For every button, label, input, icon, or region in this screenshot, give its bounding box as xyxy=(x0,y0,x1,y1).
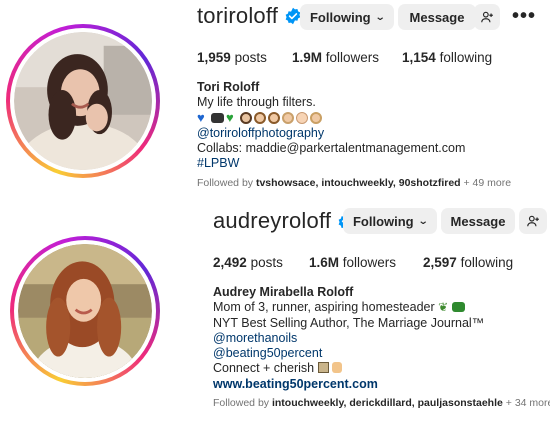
following-count[interactable]: 1,154 following xyxy=(402,50,492,65)
followers-count[interactable]: 1.6M followers xyxy=(309,255,423,270)
username-text: toriroloff xyxy=(197,3,279,28)
website-link[interactable]: www.beating50percent.com xyxy=(213,377,484,392)
profile-audreyroloff: audreyroloff Following ⌄ Message 2,492 p… xyxy=(0,200,550,422)
profile-stats: 2,492 posts 1.6M followers 2,597 followi… xyxy=(213,255,513,270)
woman-icon xyxy=(240,112,252,125)
story-ring[interactable] xyxy=(10,236,160,386)
avatar[interactable] xyxy=(14,32,152,170)
followed-by-names: intouchweekly, derickdillard, pauljasons… xyxy=(271,397,503,409)
bio-line: NYT Best Selling Author, The Marriage Jo… xyxy=(213,315,485,330)
followers-count[interactable]: 1.9M followers xyxy=(292,50,402,65)
blue-heart-icon: ♥ xyxy=(197,110,205,126)
bio-link-photography[interactable]: @toriroloffphotography xyxy=(197,126,465,141)
posts-count: 2,492 posts xyxy=(213,255,283,270)
username: audreyroloff xyxy=(213,208,355,234)
avatar[interactable] xyxy=(18,244,152,378)
followed-by[interactable]: Followed by tvshowsace, intouchweekly, 9… xyxy=(197,177,511,189)
bio-line-text: Mom of 3, runner, aspiring homesteader xyxy=(213,300,435,315)
bio-emoji-row: ♥ ♥ xyxy=(197,111,465,126)
followed-by-prefix: Followed by xyxy=(213,397,270,409)
baby-icon xyxy=(296,112,308,125)
boy-icon xyxy=(282,112,294,125)
followed-by-suffix: + 49 more xyxy=(463,177,512,189)
chevron-down-icon: ⌄ xyxy=(374,11,386,23)
hashtag-link[interactable]: #LPBW xyxy=(197,156,465,171)
posts-count: 1,959 posts xyxy=(197,50,267,65)
bio-link-morethanoils[interactable]: @morethanoils xyxy=(213,331,484,346)
suggest-user-button[interactable] xyxy=(474,4,500,30)
followed-by[interactable]: Followed by intouchweekly, derickdillard… xyxy=(213,397,550,409)
message-button[interactable]: Message xyxy=(441,208,515,234)
bio-link-beating50percent[interactable]: @beating50percent xyxy=(213,346,484,361)
message-button-label: Message xyxy=(450,213,506,229)
following-button[interactable]: Following ⌄ xyxy=(343,208,437,234)
add-user-icon xyxy=(481,11,493,23)
full-name: Audrey Mirabella Roloff xyxy=(213,285,354,299)
woman-icon xyxy=(310,112,322,125)
profile-stats: 1,959 posts 1.9M followers 1,154 followi… xyxy=(197,50,492,65)
tractor-icon xyxy=(451,302,465,313)
story-ring[interactable] xyxy=(6,24,160,178)
following-button-label: Following xyxy=(352,213,414,229)
bio-line: Connect + cherish xyxy=(213,361,484,376)
message-button-label: Message xyxy=(409,9,465,25)
green-heart-icon: ♥ xyxy=(226,110,234,126)
suggest-user-button[interactable] xyxy=(519,208,547,234)
full-name: Tori Roloff xyxy=(197,80,260,94)
more-options-icon[interactable]: ••• xyxy=(512,6,536,26)
username: toriroloff xyxy=(197,3,302,29)
followed-by-prefix: Followed by xyxy=(197,177,254,189)
bio-line: Mom of 3, runner, aspiring homesteader ❦ xyxy=(213,300,484,315)
plant-icon: ❦ xyxy=(438,300,449,315)
journal-icon xyxy=(317,362,329,374)
following-button[interactable]: Following ⌄ xyxy=(300,4,394,30)
username-text: audreyroloff xyxy=(213,208,332,233)
message-button[interactable]: Message xyxy=(398,4,476,30)
pointing-hand-icon xyxy=(332,362,343,374)
bio: Audrey Mirabella Roloff Mom of 3, runner… xyxy=(213,285,484,392)
add-user-icon xyxy=(527,215,539,227)
boy-icon xyxy=(254,112,266,125)
profile-toriroloff: toriroloff Following ⌄ Message ••• 1,959… xyxy=(0,0,550,200)
boy-icon xyxy=(268,112,280,125)
following-button-label: Following xyxy=(309,9,371,25)
bio-collabs: Collabs: maddie@parkertalentmanagement.c… xyxy=(197,140,466,155)
chevron-down-icon: ⌄ xyxy=(417,215,429,227)
following-count[interactable]: 2,597 following xyxy=(423,255,513,270)
followed-by-names: tvshowsace, intouchweekly, 90shotzfired xyxy=(255,177,461,189)
camera-icon xyxy=(211,113,224,124)
bio-tagline: My life through filters. xyxy=(197,95,316,110)
followed-by-suffix: + 34 more xyxy=(505,397,550,409)
bio-line-text: Connect + cherish xyxy=(213,361,315,376)
bio: Tori Roloff My life through filters. ♥ ♥… xyxy=(197,80,465,171)
